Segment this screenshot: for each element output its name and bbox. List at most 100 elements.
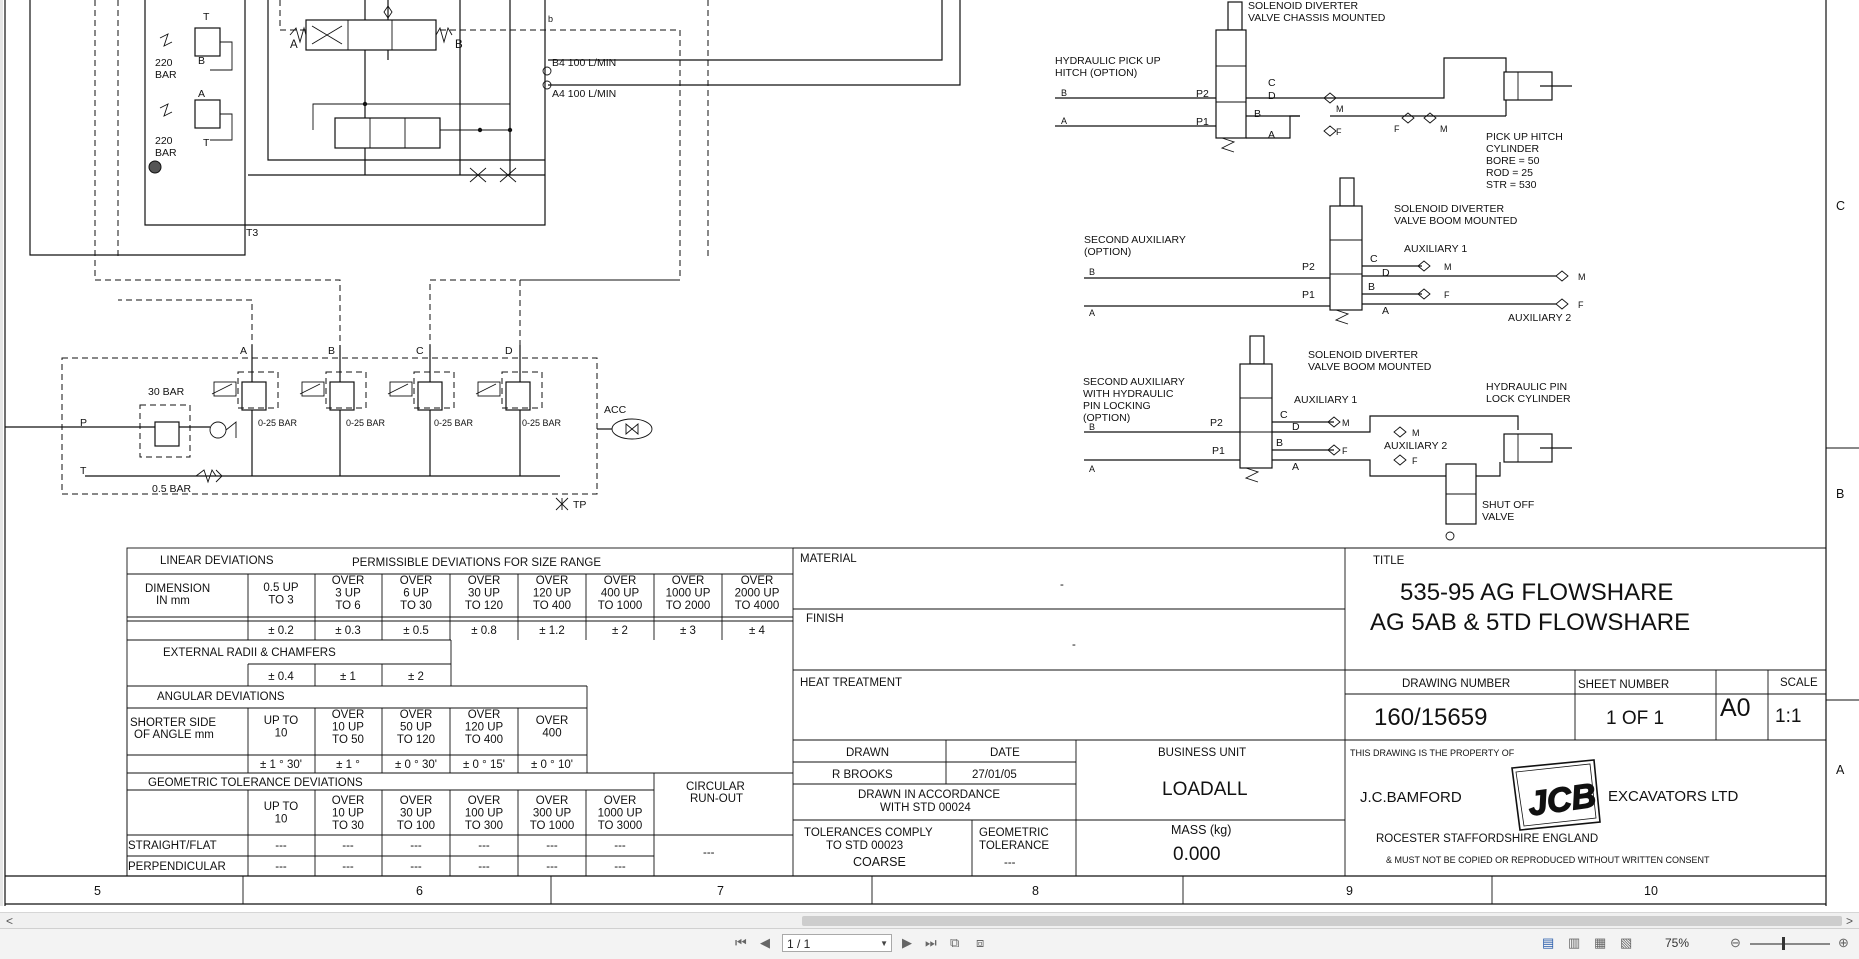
title-block: MATERIAL - FINISH - HEAT TREATMENT TITLE… [793,547,1826,876]
pin-m-label: M [1342,418,1350,428]
radii-value-cell: ± 0.4 [268,671,294,683]
b4-flow-label: B4 100 L/MIN [552,57,616,69]
tolerances-comply-label: TOLERANCES COMPLY TO STD 00023 [804,827,933,852]
linear-value-cell: ± 0.8 [471,625,497,637]
drawn-accordance-label: DRAWN IN ACCORDANCE WITH STD 00024 [858,789,1000,814]
left-scroll-edge[interactable] [0,0,3,906]
diverter-chassis-label: SOLENOID DIVERTER VALVE CHASSIS MOUNTED [1248,0,1386,24]
angular-header-cell: OVER 50 UP TO 120 [397,709,435,746]
geo-header-cell: OVER 1000 UP TO 3000 [598,795,643,832]
perpendicular-label: PERPENDICULAR [128,861,226,873]
section-d-pressure: 0-25 BAR [522,418,562,428]
aux-far-m-label: M [1578,272,1586,282]
pin-lock-circuit: SOLENOID DIVERTER VALVE BOOM MOUNTED SECO… [1083,335,1572,541]
geometric-tolerance-label: GEOMETRIC TOLERANCE DEVIATIONS [148,777,363,789]
geo-tolerance-value: --- [1004,857,1016,869]
main-valve-schematic: A B b B4 100 L/MIN A4 100 L/MIN T B A T … [29,0,961,350]
straight-flat-value: --- [410,840,422,852]
scrollbar-thumb[interactable] [802,916,1842,926]
grid-col-7: 7 [717,884,724,898]
port-t3-label: T3 [246,227,258,239]
two-page-continuous-icon[interactable]: ▧ [1620,935,1632,951]
radii-values: ± 0.4 ± 1 ± 2 [268,671,424,683]
angular-value-cell: ± 1 ° 30' [260,759,302,771]
relief-t-bottom: T [203,137,210,149]
perpendicular-value: --- [342,861,354,873]
linear-header-cell: OVER 6 UP TO 30 [400,575,433,612]
geo-header-cell: UP TO 10 [264,801,299,826]
chevron-down-icon[interactable]: ▼ [880,935,888,953]
first-page-icon[interactable]: ⏮ [735,935,747,951]
zoom-slider-knob[interactable] [1782,937,1785,950]
hitch-m2-label: M [1440,124,1448,134]
angular-value-cell: ± 0 ° 15' [463,759,505,771]
diverter-boom-1-label: SOLENOID DIVERTER VALVE BOOM MOUNTED [1394,203,1518,227]
pin-c-label: C [1280,409,1288,421]
continuous-view-icon[interactable]: ▥ [1568,935,1580,951]
zoom-level: 75% [1665,936,1690,950]
drawing-canvas: A B b B4 100 L/MIN A4 100 L/MIN T B A T … [0,0,1859,906]
last-page-icon[interactable]: ⏭ [925,935,937,951]
permissible-label: PERMISSIBLE DEVIATIONS FOR SIZE RANGE [352,557,601,569]
aux-p2-label: P2 [1302,261,1315,273]
straight-flat-value: --- [546,840,558,852]
shorter-side-label: SHORTER SIDE OF ANGLE mm [130,717,216,741]
grid-col-6: 6 [416,884,423,898]
hitch-a-label: A [1061,116,1067,126]
zoom-in-icon[interactable]: ⊕ [1838,935,1849,951]
pin-f2-label: F [1412,456,1418,466]
next-page-icon[interactable]: ▶ [902,935,912,951]
linear-values: ± 0.2 ± 0.3 ± 0.5 ± 0.8 ± 1.2 ± 2 ± 3 ± 4 [268,625,765,637]
section-valve-b: B 0-25 BAR [299,345,386,476]
scroll-right-arrow[interactable]: > [1846,913,1853,929]
grid-col-9: 9 [1346,884,1353,898]
section-a-label: A [240,345,247,357]
fit-width-icon[interactable]: ⧈ [976,935,984,951]
jcb-logo: JCB [1511,759,1601,831]
tp-label: TP [573,499,586,511]
hitch-f2-label: F [1394,124,1400,134]
two-page-view-icon[interactable]: ▦ [1594,935,1606,951]
page-number-field[interactable]: 1 / 1 ▼ [782,934,892,952]
finish-value: - [1072,639,1076,651]
angular-header-cell: OVER 400 [536,715,569,740]
grid-row-c: C [1836,199,1845,213]
aux-b-label: B [1089,267,1095,277]
straight-flat-value: --- [614,840,626,852]
zoom-slider[interactable] [1750,943,1830,945]
diverter-boom-2-label: SOLENOID DIVERTER VALVE BOOM MOUNTED [1308,349,1432,373]
horizontal-scrollbar[interactable]: < > [0,912,1859,929]
perpendicular-value: --- [478,861,490,873]
auxiliary-section-block: P T 30 BAR 0.5 BAR TP ACC [5,357,653,511]
section-valve-a: A 0-25 BAR [211,345,298,476]
auxiliary-2-label: AUXILIARY 2 [1508,312,1571,324]
sheet-number: 1 OF 1 [1606,708,1664,729]
single-page-view-icon[interactable]: ▤ [1542,935,1554,951]
scroll-left-arrow[interactable]: < [6,913,13,929]
previous-page-icon[interactable]: ◀ [760,935,770,951]
company-left: J.C.BAMFORD [1360,789,1462,806]
geo-dashes: --- --- --- --- --- --- --- --- --- --- --- --- [275,840,626,873]
grid-col-8: 8 [1032,884,1039,898]
port-p-label: P [80,417,87,429]
hitch-p2-label: P2 [1196,88,1209,100]
property-note: THIS DRAWING IS THE PROPERTY OF [1350,748,1515,758]
title-line-2: AG 5AB & 5TD FLOWSHARE [1370,609,1690,636]
angular-headers: UP TO 10 OVER 10 UP TO 50 OVER 50 UP TO 120 OVER… [264,709,569,746]
zoom-out-icon[interactable]: ⊖ [1730,935,1741,951]
material-value: - [1060,579,1064,591]
aux-c-label: C [1370,253,1378,265]
straight-flat-value: --- [342,840,354,852]
fit-page-icon[interactable]: ⧉ [950,935,959,951]
second-aux-option-label: SECOND AUXILIARY (OPTION) [1084,234,1186,258]
drawn-by: R BROOKS [832,769,893,781]
schematic-port-a: A [290,39,298,51]
linear-value-cell: ± 4 [749,625,766,637]
aux-b2-label: B [1368,281,1375,293]
runout-dash: --- [703,847,715,859]
linear-headers: 0.5 UP TO 3 OVER 3 UP TO 6 OVER 6 UP TO 30 OVER 3… [263,575,779,612]
pin-a-label: A [1089,464,1095,474]
linear-header-cell: OVER 3 UP TO 6 [332,575,365,612]
aux-a2-label: A [1382,305,1389,317]
hitch-a2-label: A [1268,129,1275,141]
